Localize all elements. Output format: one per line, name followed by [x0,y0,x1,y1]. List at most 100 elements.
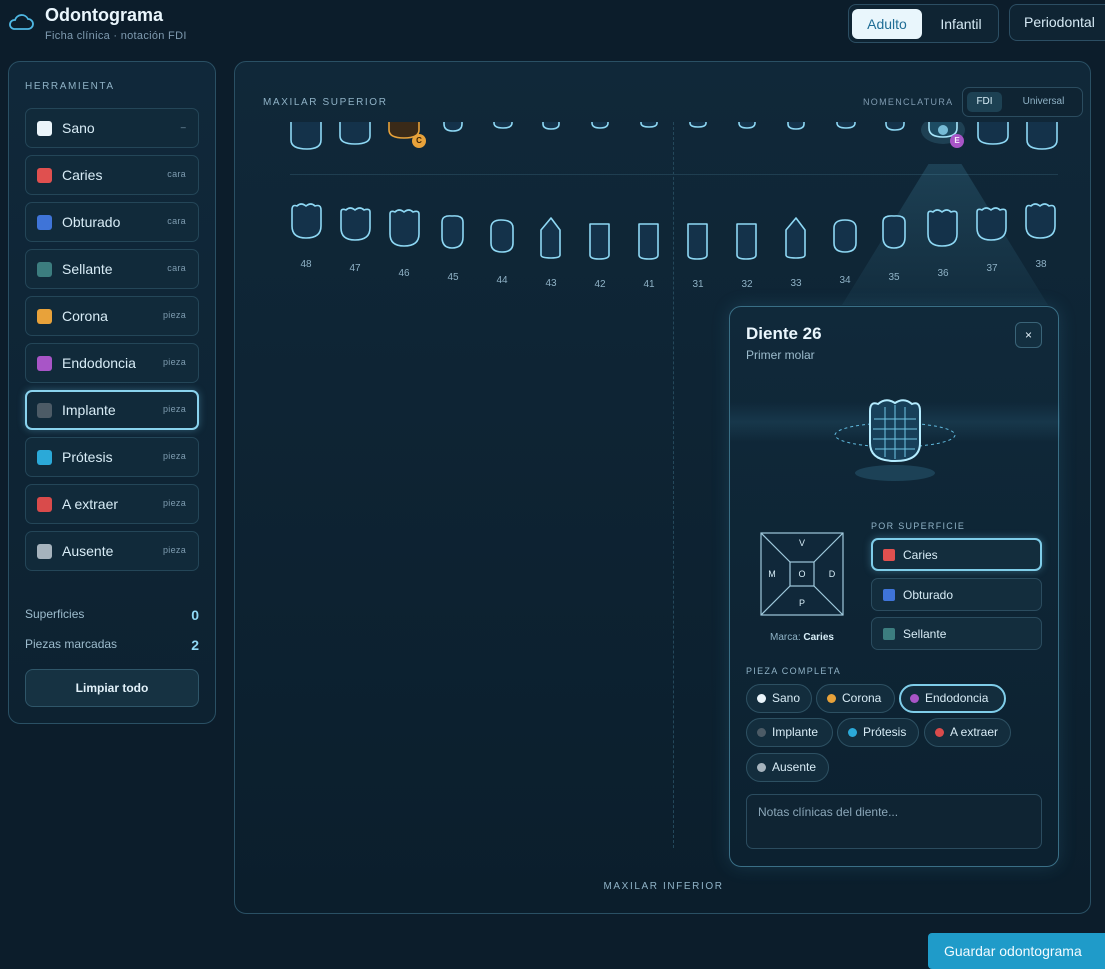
tooth-number: 47 [349,263,361,274]
tool-label: Obturado [62,214,121,230]
surface-obturado-button[interactable]: Obturado [871,578,1042,611]
tools-title: HERRAMIENTA [25,81,115,92]
save-odontogram-button[interactable]: Guardar odontograma [928,933,1105,969]
pieza-completa-label: PIEZA COMPLETA [746,666,842,676]
tooth-3d-icon [834,399,956,481]
tooth-number: 46 [398,268,410,279]
surface-caries-button[interactable]: Caries [871,538,1042,571]
surface-o[interactable]: O [796,569,808,579]
tooth-31 [687,223,708,260]
piece-endodoncia-chip[interactable]: Endodoncia [899,684,1006,713]
tool-swatch [37,544,52,559]
tool-swatch [37,497,52,512]
piece-label: A extraer [950,725,999,739]
piece-dot [848,728,857,737]
tooth-15 [443,122,463,132]
tool-corona[interactable]: Corona pieza [25,296,199,336]
tool-swatch [37,168,52,183]
tool-scope: cara [167,216,186,226]
tool-ausente[interactable]: Ausente pieza [25,531,199,571]
close-button[interactable]: × [1015,322,1042,348]
tooth-detail-panel: Diente 26 Primer molar × V M O D P Marca… [729,306,1060,867]
tool-label: A extraer [62,496,119,512]
tooth-46 [389,209,420,247]
tool-sano[interactable]: Sano – [25,108,199,148]
tooth-number: 32 [741,279,753,290]
piece-dot [910,694,919,703]
piece-implante-chip[interactable]: Implante [746,718,833,747]
panel-title: Diente 26 [746,324,822,343]
tooth-45 [441,215,464,249]
notes-textarea[interactable] [746,794,1042,849]
tooth-48 [291,203,322,239]
nomenclature-label: NOMENCLATURA [863,97,954,107]
tooth-number: 34 [839,275,851,286]
tooth-35 [882,215,906,249]
tool-obturado[interactable]: Obturado cara [25,202,199,242]
tool-scope: cara [167,169,186,179]
tool-a-extraer[interactable]: A extraer pieza [25,484,199,524]
tooth-27 [977,122,1009,145]
stat-superficies-label: Superficies [25,607,85,621]
tool-protesis[interactable]: Prótesis pieza [25,437,199,477]
tooth-24 [836,122,856,129]
tool-sellante[interactable]: Sellante cara [25,249,199,289]
surface-d[interactable]: D [826,569,838,579]
tooth-12 [591,122,609,129]
tooth-number: 42 [594,279,606,290]
tool-implante[interactable]: Implante pieza [25,390,199,430]
piece-label: Corona [842,691,882,705]
dentition-toggle: Adulto Infantil [848,4,999,43]
periodontal-button[interactable]: Periodontal [1009,4,1105,41]
tooth-number: 35 [888,272,900,283]
tool-scope: pieza [162,404,186,414]
piece-sano-chip[interactable]: Sano [746,684,812,713]
marca-line: Marca: Caries [730,632,874,643]
tooth-41 [638,223,659,260]
tooth-34 [833,219,857,253]
tooth-number: 43 [545,278,557,289]
piece-label: Prótesis [863,725,907,739]
mode-infantil-button[interactable]: Infantil [926,9,996,39]
surface-swatch [883,628,895,640]
surface-p[interactable]: P [796,598,808,608]
surface-sellante-button[interactable]: Sellante [871,617,1042,650]
piece-a-extraer-chip[interactable]: A extraer [924,718,1011,747]
tool-swatch [37,215,52,230]
tools-panel: HERRAMIENTA Sano – Caries cara Obturado … [8,61,216,724]
tooth-18 [290,122,322,150]
tooth-25 [885,122,905,131]
app-header: Odontograma Ficha clínica · notación FDI… [0,0,1105,56]
tooth-28 [1026,122,1058,150]
surface-m[interactable]: M [766,569,778,579]
clear-all-button[interactable]: Limpiar todo [25,669,199,707]
tooth-37 [976,207,1007,241]
tool-endodoncia[interactable]: Endodoncia pieza [25,343,199,383]
tooth-number: 41 [643,279,655,290]
piece-label: Endodoncia [925,691,989,705]
nomenclature-fdi-button[interactable]: FDI [967,92,1002,112]
piece-label: Ausente [772,760,817,774]
tooth-38 [1025,203,1056,239]
tooth-number: 48 [300,259,312,270]
mode-adulto-button[interactable]: Adulto [852,9,922,39]
piece-corona-chip[interactable]: Corona [816,684,895,713]
piece-protesis-chip[interactable]: Prótesis [837,718,919,747]
stat-piezas-label: Piezas marcadas [25,637,118,651]
marca-prefix: Marca: [770,632,801,643]
tooth-23 [787,122,805,130]
nomenclature-universal-button[interactable]: Universal [1007,92,1080,112]
piece-ausente-chip[interactable]: Ausente [746,753,829,782]
por-superficie-label: POR SUPERFICIE [871,521,966,531]
piece-dot [757,728,766,737]
stat-superficies-value: 0 [191,607,199,623]
nomenclature-toggle: FDI Universal [962,87,1083,117]
tooth-number: 33 [790,278,802,289]
surface-v[interactable]: V [796,538,808,548]
cloud-icon [9,14,34,30]
tool-scope: cara [167,263,186,273]
tool-scope: pieza [162,357,186,367]
tooth-14 [493,122,513,129]
tool-caries[interactable]: Caries cara [25,155,199,195]
piece-label: Implante [772,725,819,739]
